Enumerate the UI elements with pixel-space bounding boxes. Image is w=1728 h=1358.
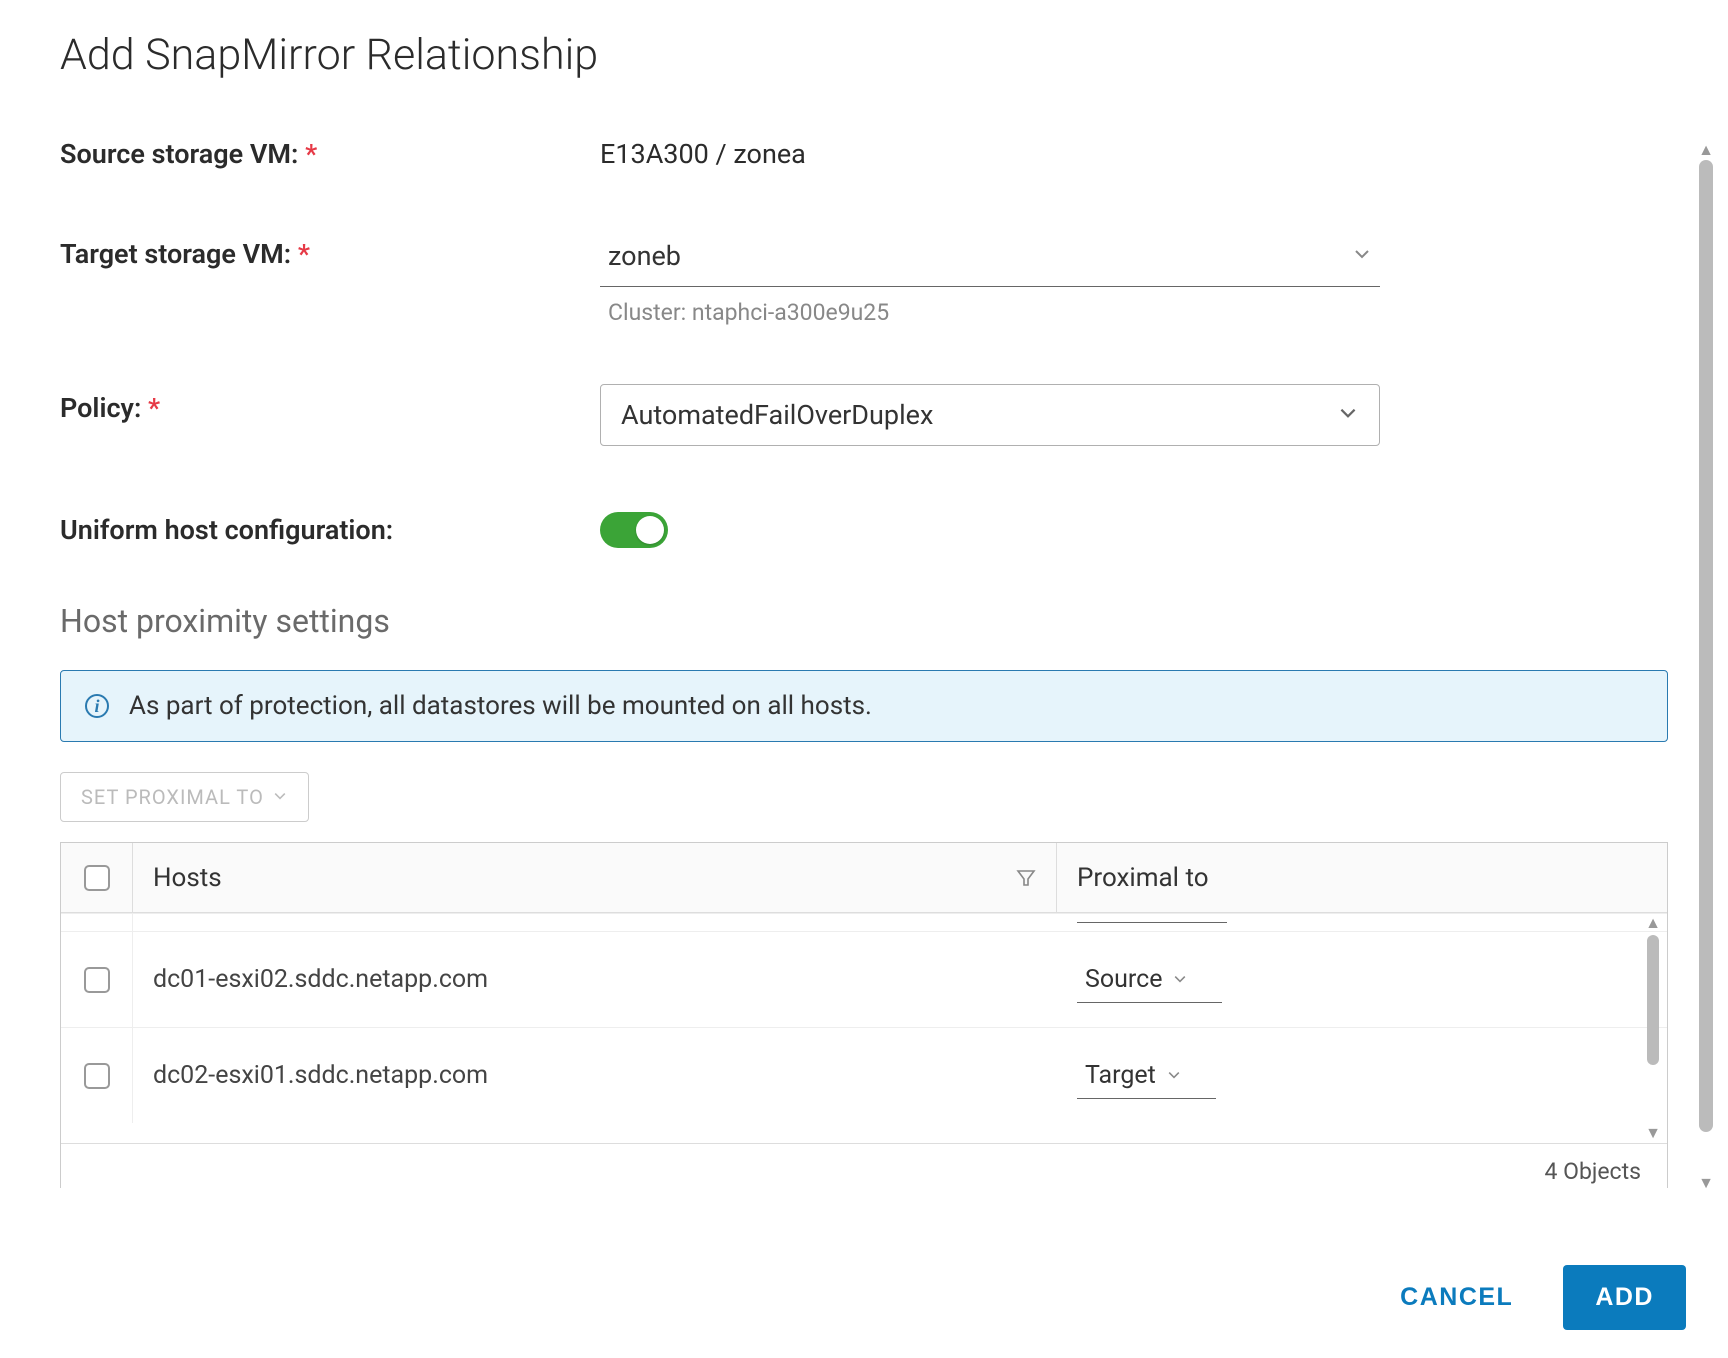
uniform-host-toggle[interactable] bbox=[600, 512, 668, 548]
dialog-title: Add SnapMirror Relationship bbox=[0, 30, 1728, 80]
table-row: dc02-esxi01.sddc.netapp.com Target bbox=[61, 1027, 1667, 1123]
object-count: 4 Objects bbox=[1544, 1158, 1641, 1185]
scroll-up-icon[interactable]: ▲ bbox=[1645, 913, 1661, 933]
chevron-down-icon bbox=[1337, 399, 1359, 431]
host-cell: dc02-esxi01.sddc.netapp.com bbox=[133, 1061, 1057, 1090]
policy-select[interactable]: AutomatedFailOverDuplex bbox=[600, 384, 1380, 446]
dialog-footer: CANCEL ADD bbox=[1380, 1265, 1686, 1330]
chevron-down-icon bbox=[1172, 965, 1188, 994]
scroll-down-icon[interactable]: ▼ bbox=[1698, 1173, 1714, 1193]
filter-icon[interactable] bbox=[1016, 868, 1036, 888]
content-scrollbar[interactable]: ▲ ▼ bbox=[1696, 140, 1716, 1193]
target-storage-vm-label: Target storage VM: * bbox=[60, 230, 600, 270]
dialog-add-snapmirror: Add SnapMirror Relationship Source stora… bbox=[0, 0, 1728, 1358]
info-icon: i bbox=[85, 694, 109, 718]
chevron-down-icon bbox=[1166, 1061, 1182, 1090]
row-checkbox[interactable] bbox=[84, 1063, 110, 1089]
policy-label: Policy: * bbox=[60, 384, 600, 424]
table-scrollbar[interactable]: ▲ ▼ bbox=[1643, 913, 1663, 1143]
target-cluster-helper: Cluster: ntaphci-a300e9u25 bbox=[600, 299, 1380, 326]
source-storage-vm-label: Source storage VM: * bbox=[60, 130, 600, 170]
proximal-select[interactable]: Target bbox=[1077, 1053, 1216, 1099]
table-row: dc01-esxi02.sddc.netapp.com Source bbox=[61, 931, 1667, 1027]
add-button[interactable]: ADD bbox=[1563, 1265, 1686, 1330]
target-storage-vm-select[interactable]: zoneb bbox=[600, 230, 1380, 287]
content-area: Source storage VM: * E13A300 / zonea Tar… bbox=[60, 130, 1698, 1188]
hosts-table: Hosts Proximal to bbox=[60, 842, 1668, 1188]
source-storage-vm-value: E13A300 / zonea bbox=[600, 130, 1380, 170]
uniform-host-label: Uniform host configuration: bbox=[60, 506, 600, 546]
row-checkbox[interactable] bbox=[84, 967, 110, 993]
info-banner: i As part of protection, all datastores … bbox=[60, 670, 1668, 742]
chevron-down-icon bbox=[1352, 244, 1372, 264]
chevron-down-icon bbox=[272, 785, 288, 809]
table-row bbox=[61, 913, 1667, 931]
host-cell: dc01-esxi02.sddc.netapp.com bbox=[133, 965, 1057, 994]
table-header: Hosts Proximal to bbox=[61, 843, 1667, 913]
set-proximal-to-button[interactable]: SET PROXIMAL TO bbox=[60, 772, 309, 822]
proximal-select[interactable]: Source bbox=[1077, 957, 1222, 1003]
cancel-button[interactable]: CANCEL bbox=[1380, 1275, 1533, 1320]
table-footer: 4 Objects bbox=[61, 1143, 1667, 1188]
scroll-up-icon[interactable]: ▲ bbox=[1698, 140, 1714, 160]
info-banner-text: As part of protection, all datastores wi… bbox=[129, 691, 872, 721]
select-all-checkbox[interactable] bbox=[84, 865, 110, 891]
scroll-down-icon[interactable]: ▼ bbox=[1645, 1123, 1661, 1143]
column-proximal[interactable]: Proximal to bbox=[1057, 843, 1667, 912]
column-hosts[interactable]: Hosts bbox=[133, 843, 1057, 912]
host-proximity-heading: Host proximity settings bbox=[60, 602, 1668, 640]
